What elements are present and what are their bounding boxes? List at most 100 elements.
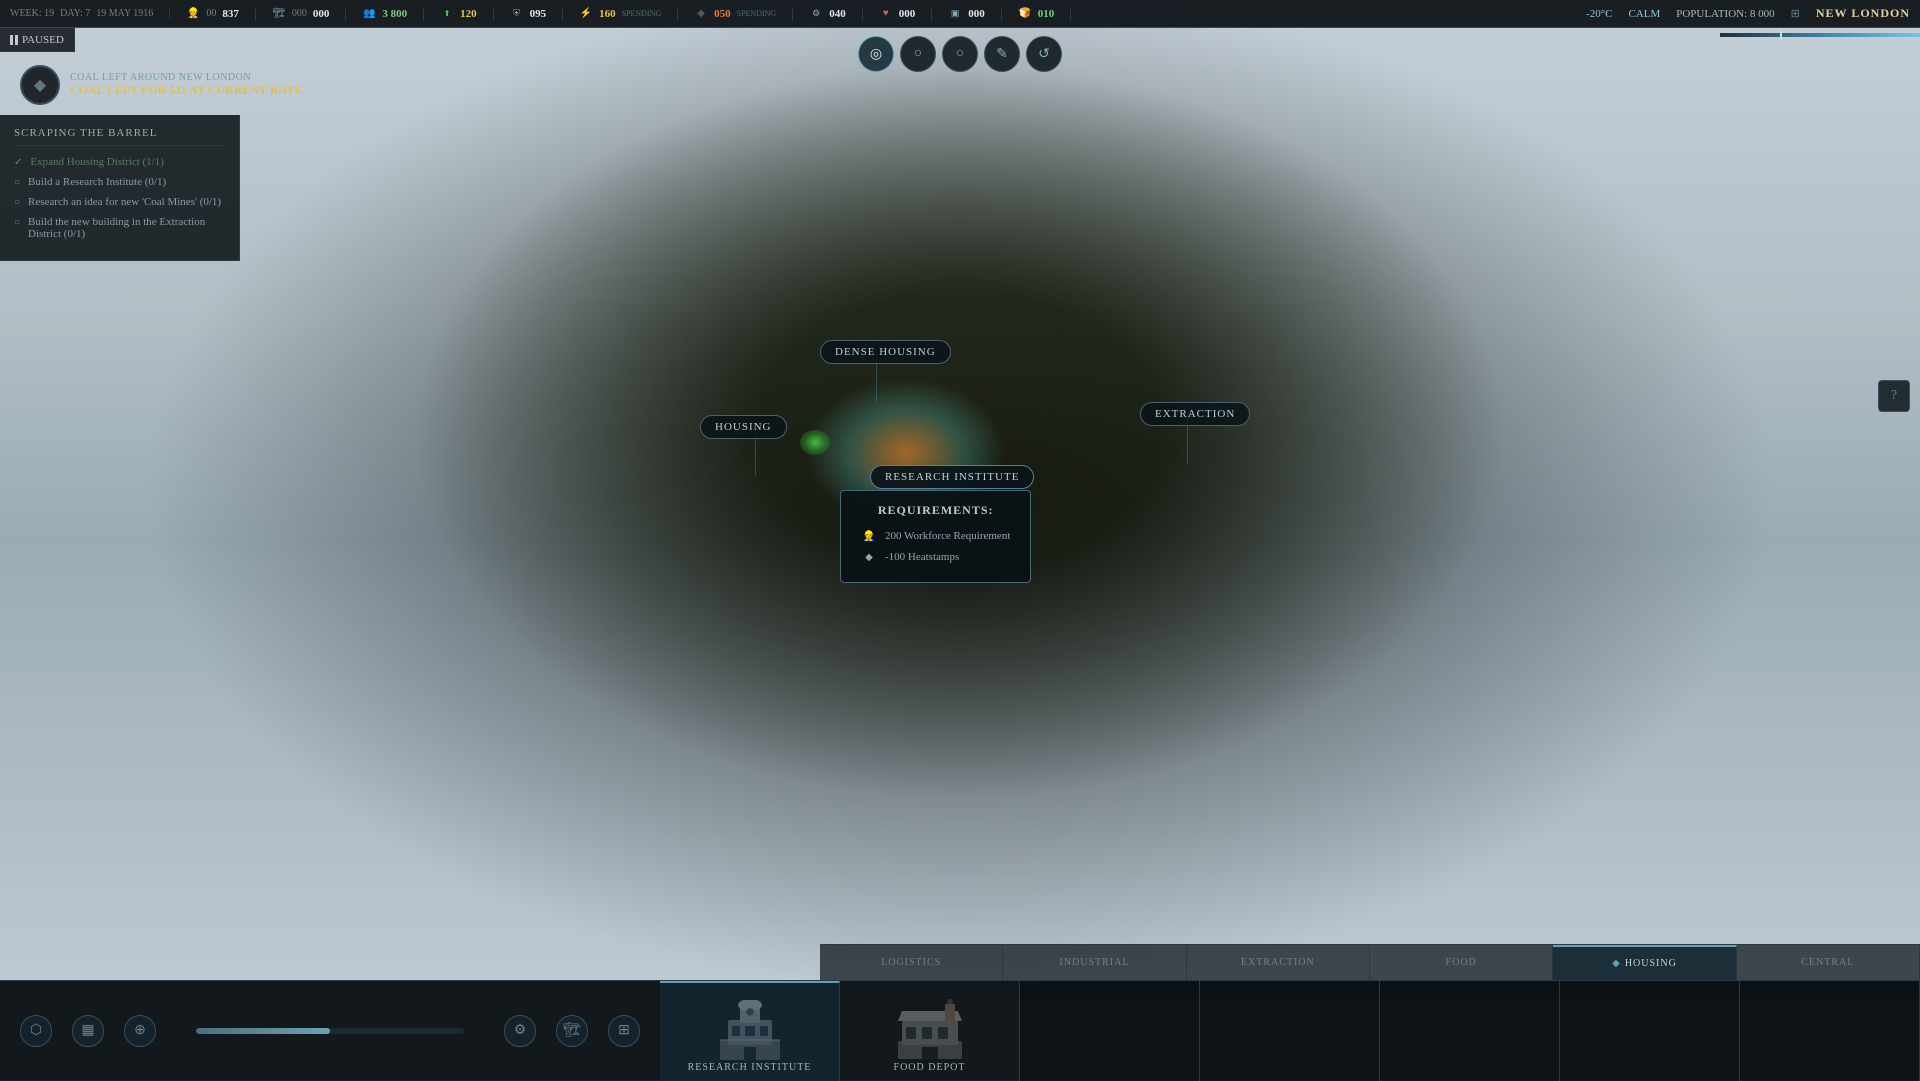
building-card-research-institute[interactable]: RESEARCH INSTITUTE bbox=[660, 981, 840, 1081]
spending1-label: SPENDING bbox=[622, 9, 662, 18]
population-section: 3 800 bbox=[362, 7, 424, 21]
worker-zero: 00 bbox=[206, 8, 216, 19]
toolbar-icon-3: ○ bbox=[956, 46, 964, 62]
toolbar-btn-5[interactable]: ↺ bbox=[1026, 36, 1062, 72]
settings-button[interactable]: ⚙ bbox=[504, 1015, 536, 1047]
top-hud-bar: WEEK: 19 DAY: 7 19 MAY 1916 00 837 000 0… bbox=[0, 0, 1920, 28]
tab-logistics[interactable]: LOGISTICS bbox=[820, 945, 1003, 980]
resource-up-icon bbox=[440, 7, 454, 21]
bottom-panel-buildings: RESEARCH INSTITUTE bbox=[660, 981, 1920, 1080]
temp-indicator bbox=[1780, 30, 1782, 40]
food-depot-illustration bbox=[890, 999, 970, 1064]
resource2-section: 160 SPENDING bbox=[579, 7, 678, 21]
objective-item-4: ○ Build the new building in the Extracti… bbox=[14, 216, 225, 240]
pause-button[interactable]: PAUSED bbox=[10, 34, 64, 46]
toolbar-icon-5: ↺ bbox=[1038, 46, 1050, 63]
housing-district-label[interactable]: HOUSING bbox=[700, 415, 787, 439]
resource4-val: 040 bbox=[829, 8, 846, 20]
map-icon: ⬡ bbox=[30, 1022, 42, 1039]
coal-notification: ◆ COAL LEFT AROUND NEW LONDON COAL LEFT … bbox=[20, 65, 302, 105]
heatstamps-icon: ◆ bbox=[861, 549, 877, 565]
population-display: POPULATION: 8 000 bbox=[1676, 8, 1774, 20]
health-icon bbox=[879, 7, 893, 21]
building-card-empty-3[interactable] bbox=[1380, 981, 1560, 1081]
coal-notification-icon: ◆ bbox=[20, 65, 60, 105]
list-icon: ▦ bbox=[81, 1022, 94, 1039]
housing-tab-icon: ◆ bbox=[1612, 958, 1621, 969]
day-label: DAY: 7 bbox=[60, 8, 90, 19]
objectives-panel: SCRAPING THE BARREL ✓ Expand Housing Dis… bbox=[0, 115, 240, 261]
coal-text: COAL LEFT AROUND NEW LONDON COAL LEFT FO… bbox=[70, 72, 302, 98]
resource-up1: 120 bbox=[460, 8, 477, 20]
research-institute-label[interactable]: RESEARCH INSTITUTE bbox=[870, 465, 1034, 489]
extraction-label[interactable]: EXTRACTION bbox=[1140, 402, 1250, 426]
construction-icon bbox=[272, 7, 286, 21]
tab-central[interactable]: CENTRAL bbox=[1737, 945, 1920, 980]
req-text-2: -100 Heatstamps bbox=[885, 551, 959, 563]
extraction-tab-label: EXTRACTION bbox=[1241, 957, 1315, 968]
top-bar-right: -20°C CALM POPULATION: 8 000 ⊞ NEW LONDO… bbox=[1586, 6, 1910, 21]
toolbar-btn-1[interactable]: ◎ bbox=[858, 36, 894, 72]
food-depot-building-name: FOOD DEPOT bbox=[894, 1062, 966, 1073]
target-view-button[interactable]: ⊕ bbox=[124, 1015, 156, 1047]
central-label: CENTRAL bbox=[1801, 957, 1854, 968]
resource7-section: 010 bbox=[1018, 7, 1072, 21]
list-view-button[interactable]: ▦ bbox=[72, 1015, 104, 1047]
req-item-2: ◆ -100 Heatstamps bbox=[861, 549, 1010, 565]
gear-icon: ⚙ bbox=[809, 7, 823, 21]
expand-icon: ⊞ bbox=[618, 1022, 630, 1039]
building-card-food-depot[interactable]: FOOD DEPOT bbox=[840, 981, 1020, 1081]
circle-icon-3: ○ bbox=[14, 197, 20, 208]
toolbar-btn-2[interactable]: ○ bbox=[900, 36, 936, 72]
req-text-1: 200 Workforce Requirement bbox=[885, 530, 1010, 542]
map-view-button[interactable]: ⬡ bbox=[20, 1015, 52, 1047]
worker-icon bbox=[186, 7, 200, 21]
temperature-gauge bbox=[1720, 30, 1920, 40]
food-label: FOOD bbox=[1446, 957, 1477, 968]
resource1-val: 095 bbox=[530, 8, 547, 20]
toolbar-icon-4: ✎ bbox=[996, 46, 1008, 63]
research-institute-illustration bbox=[710, 1000, 790, 1065]
progress-fill bbox=[196, 1028, 330, 1034]
objective-text-4: Build the new building in the Extraction… bbox=[28, 216, 225, 240]
bottom-panel-left: ⬡ ▦ ⊕ ⚙ 🏗 ⊞ bbox=[0, 981, 660, 1080]
toolbar-icon-2: ○ bbox=[914, 46, 922, 62]
dense-housing-label[interactable]: DENSE HOUSING bbox=[820, 340, 951, 364]
toolbar-btn-4[interactable]: ✎ bbox=[984, 36, 1020, 72]
construction-zero: 000 bbox=[292, 8, 307, 19]
coal-circle-icon: ◆ bbox=[34, 75, 46, 95]
center-toolbar: ◎ ○ ○ ✎ ↺ bbox=[858, 36, 1062, 72]
resource6-val: 000 bbox=[968, 8, 985, 20]
crosshair-icon: ⊕ bbox=[134, 1022, 146, 1039]
toolbar-btn-3[interactable]: ○ bbox=[942, 36, 978, 72]
week-label: WEEK: 19 bbox=[10, 8, 54, 19]
workers-section: 00 837 bbox=[186, 7, 256, 21]
date-section: WEEK: 19 DAY: 7 19 MAY 1916 bbox=[10, 8, 170, 19]
tab-food[interactable]: FOOD bbox=[1370, 945, 1553, 980]
research-institute-building-name: RESEARCH INSTITUTE bbox=[688, 1062, 812, 1073]
objective-item-3: ○ Research an idea for new 'Coal Mines' … bbox=[14, 196, 225, 208]
tab-industrial[interactable]: INDUSTRIAL bbox=[1003, 945, 1186, 980]
industrial-label: INDUSTRIAL bbox=[1059, 957, 1129, 968]
build-button[interactable]: 🏗 bbox=[556, 1015, 588, 1047]
tab-housing[interactable]: ◆ HOUSING bbox=[1553, 945, 1736, 980]
bottom-panel: ⬡ ▦ ⊕ ⚙ 🏗 ⊞ bbox=[0, 980, 1920, 1080]
help-button[interactable]: ? bbox=[1878, 380, 1910, 412]
pause-label: PAUSED bbox=[22, 34, 64, 46]
construction-count: 000 bbox=[313, 8, 330, 20]
expand-button[interactable]: ⊞ bbox=[608, 1015, 640, 1047]
requirements-popup: REQUIREMENTS: 👷 200 Workforce Requiremen… bbox=[840, 490, 1031, 583]
pause-bar: PAUSED bbox=[0, 28, 75, 52]
building-card-empty-1[interactable] bbox=[1020, 981, 1200, 1081]
timeline-progress bbox=[196, 1028, 464, 1034]
building-card-empty-2[interactable] bbox=[1200, 981, 1380, 1081]
spending2-label: SPENDING bbox=[737, 9, 777, 18]
req-item-1: 👷 200 Workforce Requirement bbox=[861, 528, 1010, 544]
building-card-empty-4[interactable] bbox=[1560, 981, 1740, 1081]
coal-subtitle: COAL LEFT FOR 511 AT CURRENT RATE bbox=[70, 83, 302, 98]
worker-count: 837 bbox=[222, 8, 239, 20]
resource2-val: 160 bbox=[599, 8, 616, 20]
settings-gear-icon: ⚙ bbox=[514, 1022, 527, 1039]
building-card-empty-5[interactable] bbox=[1740, 981, 1920, 1081]
tab-extraction[interactable]: EXTRACTION bbox=[1187, 945, 1370, 980]
